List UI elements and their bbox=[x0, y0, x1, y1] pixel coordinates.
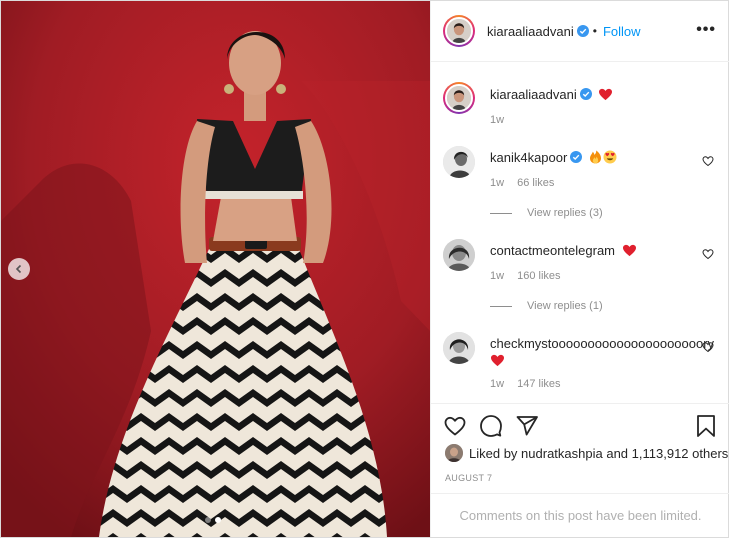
view-replies-button[interactable]: View replies (3) bbox=[490, 207, 603, 219]
heart-eyes-emoji-icon bbox=[603, 150, 617, 164]
verified-badge-icon bbox=[570, 151, 583, 163]
caption-time: 1w bbox=[490, 114, 505, 126]
red-heart-emoji-icon bbox=[622, 244, 636, 257]
comments-limited-notice: Comments on this post have been limited. bbox=[431, 493, 729, 537]
verified-badge-icon bbox=[576, 25, 589, 37]
liked-by-row[interactable]: Liked by nudratkashpia and 1,113,912 oth… bbox=[445, 444, 728, 462]
view-replies-button[interactable]: View replies (1) bbox=[490, 300, 603, 312]
commenter-username[interactable]: kanik4kapoor bbox=[490, 150, 567, 165]
comment-time: 1w bbox=[490, 177, 505, 189]
bookmark-icon[interactable] bbox=[694, 414, 718, 438]
comment-like-heart-icon[interactable] bbox=[702, 341, 714, 353]
liker-avatar bbox=[445, 444, 463, 462]
view-replies-label: View replies (1) bbox=[527, 300, 603, 312]
red-heart-emoji-icon bbox=[491, 354, 504, 367]
comment-likes[interactable]: 160 likes bbox=[517, 270, 560, 282]
comment-item: checkmystooooooooooooooooooooory 1w 147 … bbox=[443, 332, 718, 402]
commenter-username[interactable]: contactmeontelegram bbox=[490, 243, 615, 258]
post-photo[interactable] bbox=[1, 1, 430, 537]
carousel-indicators bbox=[205, 517, 221, 523]
post-date: AUGUST 7 bbox=[445, 473, 493, 483]
comment-text bbox=[589, 150, 617, 168]
author-username[interactable]: kiaraaliaadvani bbox=[487, 24, 574, 39]
caption-username[interactable]: kiaraaliaadvani bbox=[490, 87, 577, 102]
comment-text bbox=[622, 244, 637, 261]
comment-time: 1w bbox=[490, 378, 505, 390]
comment-time: 1w bbox=[490, 270, 505, 282]
post-actions bbox=[431, 403, 729, 447]
chevron-left-icon bbox=[15, 264, 22, 274]
liked-by-joiner: and bbox=[606, 445, 629, 461]
instagram-post: kiaraaliaadvani • Follow ••• kiaraaliaad… bbox=[0, 0, 729, 538]
comments-list[interactable]: kiaraaliaadvani 1w kanik4kapoor 1w 66 li… bbox=[431, 62, 729, 403]
comment-text bbox=[490, 354, 505, 371]
comment-icon[interactable] bbox=[479, 414, 503, 438]
follow-button[interactable]: Follow bbox=[603, 24, 641, 39]
comment-likes[interactable]: 66 likes bbox=[517, 177, 554, 189]
commenter-username[interactable]: checkmystooooooooooooooooooooory bbox=[490, 336, 714, 351]
carousel-dot bbox=[205, 517, 211, 523]
comment-item: kanik4kapoor 1w 66 likes View replies (3… bbox=[443, 146, 718, 226]
comment-item: contactmeontelegram 1w 160 likes View re… bbox=[443, 239, 718, 319]
liked-by-user[interactable]: nudratkashpia bbox=[521, 446, 603, 461]
view-replies-label: View replies (3) bbox=[527, 207, 603, 219]
red-heart-emoji-icon bbox=[599, 88, 613, 101]
liked-by-prefix: Liked by bbox=[469, 445, 518, 461]
more-options-icon[interactable]: ••• bbox=[696, 21, 716, 39]
comment-like-heart-icon[interactable] bbox=[702, 248, 714, 260]
commenter-avatar[interactable] bbox=[443, 146, 475, 178]
author-avatar[interactable] bbox=[443, 15, 475, 47]
post-sidebar: kiaraaliaadvani • Follow ••• kiaraaliaad… bbox=[430, 1, 729, 537]
previous-slide-button[interactable] bbox=[8, 258, 30, 280]
carousel-dot-active bbox=[215, 517, 221, 523]
photo-illustration bbox=[1, 1, 430, 537]
comment-like-heart-icon[interactable] bbox=[702, 155, 714, 167]
commenter-avatar[interactable] bbox=[443, 239, 475, 271]
caption-avatar[interactable] bbox=[443, 82, 475, 114]
comment-likes[interactable]: 147 likes bbox=[517, 378, 560, 390]
caption: kiaraaliaadvani 1w bbox=[443, 82, 718, 132]
share-icon[interactable] bbox=[515, 414, 539, 438]
heart-icon[interactable] bbox=[443, 414, 467, 438]
caption-text bbox=[598, 88, 613, 105]
commenter-avatar[interactable] bbox=[443, 332, 475, 364]
verified-badge-icon bbox=[579, 88, 592, 100]
liked-by-others[interactable]: 1,113,912 others bbox=[632, 446, 729, 461]
separator-dot: • bbox=[592, 24, 597, 38]
fire-emoji-icon bbox=[589, 150, 601, 164]
post-header: kiaraaliaadvani • Follow ••• bbox=[431, 1, 729, 62]
